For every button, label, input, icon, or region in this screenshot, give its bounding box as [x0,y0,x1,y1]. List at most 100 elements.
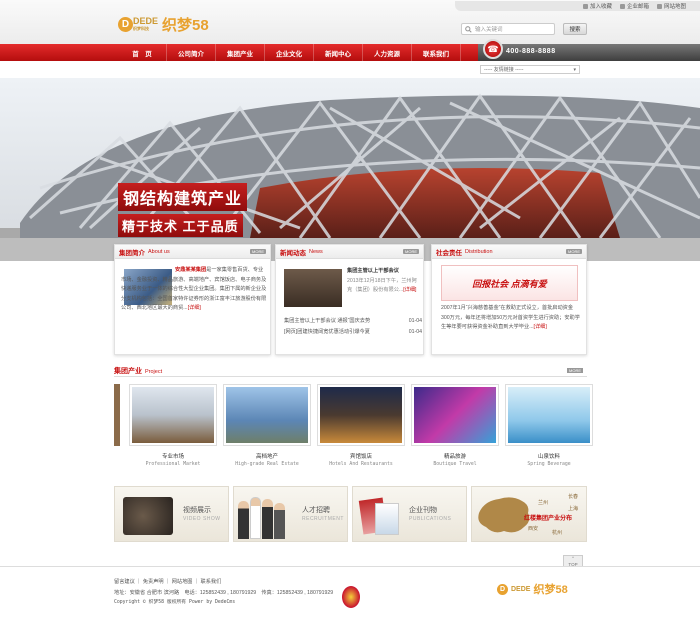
phone-number: 400-888-8888 [506,48,556,55]
sitemap-icon [656,3,662,9]
logo-name: 织梦58 [162,17,209,34]
divider [114,376,587,377]
search-input[interactable]: 输入关键词 [461,23,555,35]
nav-contact[interactable]: 联系我们 [412,44,461,61]
beverage-image [508,387,590,443]
news-more-button[interactable]: MORE [403,249,419,254]
project-item[interactable]: 专业市场 Professional Market [129,384,217,467]
footer-link-feedback[interactable]: 留言建议 [114,579,135,585]
social-banner-text: 回报社会 点滴有爱 [472,278,547,289]
footer-divider [0,566,700,567]
project-name-en: Hotels And Restaurants [329,462,393,467]
video-show-box[interactable]: 视频展示 VIDEO SHOW [114,486,229,542]
nav-industry[interactable]: 集团产业 [216,44,265,61]
about-title-en: About us [148,248,170,255]
search-button[interactable]: 搜索 [563,23,587,35]
logo-d-icon: D [118,17,133,32]
project-name: 专业市场 [161,454,184,460]
logo[interactable]: D DEDE 织梦科技 织梦58 [118,14,209,35]
about-panel: 集团简介About us MORE 安鼎某某集团 安鼎某某集团是一家集零售百货、… [114,244,271,355]
footer-copyright: Copyright © 织梦58 版权所有 Power by DedeCms [114,600,236,605]
mail-icon [619,3,625,9]
footer-logo-name: 织梦58 [533,584,568,596]
publications-title: 企业刊物 [409,507,437,514]
search-icon [465,25,472,33]
footer-link-contact[interactable]: 联系我们 [201,579,222,585]
city-label: 上海 [568,506,579,512]
city-label: 兰州 [538,500,549,506]
friend-links-value: ----- 友情链接 ----- [484,67,524,73]
footer-logo: D DEDE 织梦58 [497,581,568,597]
footer-links: 留言建议 ｜ 免责声明 ｜ 网站地图 ｜ 联系我们 [114,579,222,585]
about-more-button[interactable]: MORE [250,249,266,254]
top-links: 加入收藏 企业邮箱 网站地图 [455,1,700,11]
footer-address: 地址：安徽省 合肥市 滨河路 电话：125852439 , 180791929 … [114,589,334,596]
about-detail-link[interactable]: [详细] [188,305,201,311]
nav-hr[interactable]: 人力资源 [363,44,412,61]
stadium-image [0,78,700,261]
realestate-image [226,387,308,443]
project-item[interactable]: 山泉饮料 Spring Beverage [505,384,593,467]
news-panel: 新闻动态 News MORE 集团主管以上干部会议 2013年12月18日下午，兰… [275,244,424,355]
social-title-en: Distribution [465,248,493,255]
project-name-en: Boutique Travel [433,462,477,467]
project-more-button[interactable]: MORE [567,368,583,373]
project-item[interactable]: 精品旅游 Boutique Travel [411,384,499,467]
social-banner: 回报社会 点滴有爱 [441,265,578,301]
social-text: 2007年1月“兴海慈善基金”在救助正式设立，首批启动资金300万元，每年还将增… [441,305,580,330]
project-title: 集团产业 Project [114,368,163,375]
project-name: 精品旅游 [443,454,466,460]
project-item[interactable]: 宾馆饭店 Hotels And Restaurants [317,384,405,467]
project-name: 山泉饮料 [537,454,560,460]
city-label: 西安 [528,526,539,532]
social-more-button[interactable]: MORE [566,249,582,254]
nav-about[interactable]: 公司简介 [167,44,216,61]
magazine-icon [358,497,403,537]
video-show-title: 视频展示 [183,507,211,514]
city-label: 长春 [568,494,579,500]
police-badge-icon[interactable] [342,586,360,608]
chevron-down-icon: ▾ [573,66,576,73]
news-title: 新闻动态 [280,249,306,257]
news-headline[interactable]: 集团主管以上干部会议 [347,267,421,277]
news-thumbnail [284,269,342,307]
main-nav: 首 页 公司简介 集团产业 企业文化 新闻中心 人力资源 联系我们 [118,44,461,61]
market-image [132,387,214,443]
sitemap-link[interactable]: 网站地图 [656,2,686,10]
project-name: 宾馆饭店 [349,454,372,460]
project-name-en: Professional Market [145,462,201,467]
video-show-sub: VIDEO SHOW [183,516,221,522]
travel-image [414,387,496,443]
distribution-title: 红楼集团产业分布 [524,516,573,522]
add-favorite-link[interactable]: 加入收藏 [582,2,612,10]
banner-slogan-2: 精于技术 工于品质 [118,214,243,237]
news-item[interactable]: [网页]团建快捷阔宽优惠活动引爆今夏 01-04 [284,328,422,338]
publications-box[interactable]: 企业刊物 PUBLICATIONS [352,486,467,542]
film-icon [123,497,173,535]
footer-link-sitemap[interactable]: 网站地图 [172,579,193,585]
social-panel: 社会责任 Distribution MORE 回报社会 点滴有爱 2007年1月“… [431,244,587,355]
news-detail-link[interactable]: [详细] [403,287,416,293]
nav-home[interactable]: 首 页 [118,44,167,61]
footer-logo-brand: DEDE [511,585,531,593]
logo-sub: 织梦科技 [133,25,149,31]
news-item[interactable]: 集团主管以上干部会议 通报“国庆去势 01-04 [284,317,422,327]
city-label: 杭州 [552,530,563,536]
hotel-image [320,387,402,443]
recruitment-box[interactable]: 人才招聘 RECRUITMENT [233,486,348,542]
company-mail-link[interactable]: 企业邮箱 [619,2,649,10]
nav-culture[interactable]: 企业文化 [265,44,314,61]
star-icon [582,3,588,9]
friend-links-select[interactable]: ----- 友情链接 ----- ▾ [480,65,580,74]
publications-sub: PUBLICATIONS [409,516,452,522]
distribution-map-box[interactable]: 红楼集团产业分布 兰州 长春 上海 西安 杭州 [471,486,587,542]
project-scroll-left[interactable] [114,384,120,446]
footer-link-disclaimer[interactable]: 免责声明 [143,579,164,585]
social-detail-link[interactable]: [详细] [534,324,547,330]
nav-news[interactable]: 新闻中心 [314,44,363,61]
project-item[interactable]: 高档地产 High-grade Real Estate [223,384,311,467]
project-name-en: Spring Beverage [527,462,571,467]
project-name-en: High-grade Real Estate [235,462,299,467]
banner-slogan-1: 钢结构建筑产业 [118,183,248,211]
footer: 留言建议 ｜ 免责声明 ｜ 网站地图 ｜ 联系我们 地址：安徽省 合肥市 滨河路… [114,577,336,609]
